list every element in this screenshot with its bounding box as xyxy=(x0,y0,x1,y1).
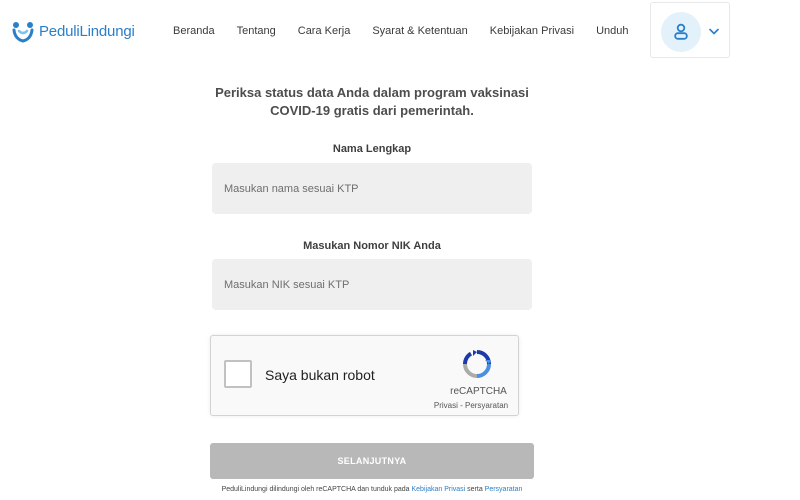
footnote-text-before: PeduliLindungi dilindungi oleh reCAPTCHA… xyxy=(221,486,412,493)
recaptcha-brand: reCAPTCHA xyxy=(450,386,507,397)
recaptcha-widget: Saya bukan robot reCAPTCHA Privasi - Per… xyxy=(210,335,519,416)
nav-link-tentang[interactable]: Tentang xyxy=(237,25,276,37)
nav-link-syarat-ketentuan[interactable]: Syarat & Ketentuan xyxy=(372,25,467,37)
nav-link-kebijakan-privasi[interactable]: Kebijakan Privasi xyxy=(490,25,574,37)
intro-line-1: Periksa status data Anda dalam program v… xyxy=(215,85,529,100)
recaptcha-label: Saya bukan robot xyxy=(265,367,375,383)
nik-field-label: Masukan Nomor NIK Anda xyxy=(303,240,441,252)
recaptcha-privacy-link[interactable]: Privasi xyxy=(434,401,458,410)
recaptcha-checkbox[interactable] xyxy=(224,360,252,388)
nav-link-cara-kerja[interactable]: Cara Kerja xyxy=(298,25,351,37)
next-button[interactable]: SELANJUTNYA xyxy=(210,443,534,479)
user-icon xyxy=(674,23,688,40)
brand-name: PeduliLindungi xyxy=(39,22,135,40)
chevron-down-icon xyxy=(708,25,720,37)
nav-link-beranda[interactable]: Beranda xyxy=(173,25,215,37)
form-intro: Periksa status data Anda dalam program v… xyxy=(200,84,544,120)
name-field-label: Nama Lengkap xyxy=(332,143,412,155)
recaptcha-terms-link[interactable]: Persyaratan xyxy=(465,401,508,410)
heart-logo-icon xyxy=(12,22,34,43)
nav-link-unduh[interactable]: Unduh xyxy=(596,25,628,37)
nik-input[interactable] xyxy=(212,259,532,310)
full-name-input[interactable] xyxy=(212,163,532,214)
intro-line-2: COVID-19 gratis dari pemerintah. xyxy=(270,103,474,118)
brand-logo[interactable]: PeduliLindungi xyxy=(11,17,135,45)
recaptcha-footnote: PeduliLindungi dilindungi oleh reCAPTCHA… xyxy=(195,486,549,493)
main-nav: Beranda Tentang Cara Kerja Syarat & Kete… xyxy=(173,23,651,39)
top-header: PeduliLindungi Beranda Tentang Cara Kerj… xyxy=(0,0,800,60)
avatar xyxy=(661,12,701,52)
footnote-privacy-link[interactable]: Kebijakan Privasi xyxy=(412,486,466,493)
user-menu-button[interactable] xyxy=(650,2,730,58)
footnote-terms-link[interactable]: Persyaratan xyxy=(485,486,523,493)
recaptcha-logo-icon xyxy=(462,350,491,378)
recaptcha-links-separator: - xyxy=(457,401,465,410)
recaptcha-links: Privasi - Persyaratan xyxy=(416,401,526,410)
footnote-text-middle: serta xyxy=(465,486,485,493)
